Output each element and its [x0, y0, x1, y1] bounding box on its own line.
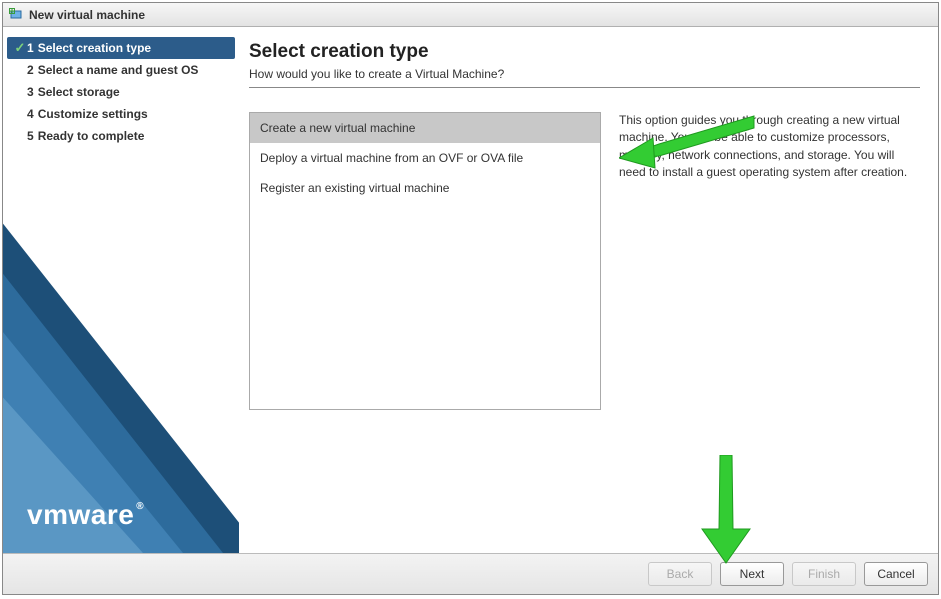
step-label: Ready to complete: [38, 129, 145, 143]
option-register-existing[interactable]: Register an existing virtual machine: [250, 173, 600, 203]
step-5[interactable]: 5 Ready to complete: [3, 125, 239, 147]
content-area: ✓ 1 Select creation type 2 Select a name…: [3, 27, 938, 554]
main-row: Create a new virtual machine Deploy a vi…: [249, 112, 920, 410]
sidebar-artwork: [3, 133, 239, 553]
step-2[interactable]: 2 Select a name and guest OS: [3, 59, 239, 81]
step-label: Select storage: [38, 85, 120, 99]
step-4[interactable]: 4 Customize settings: [3, 103, 239, 125]
option-deploy-ovf[interactable]: Deploy a virtual machine from an OVF or …: [250, 143, 600, 173]
vm-icon: [9, 8, 23, 22]
option-description: This option guides you through creating …: [619, 112, 920, 182]
dialog-title: New virtual machine: [29, 8, 145, 22]
finish-button: Finish: [792, 562, 856, 586]
page-title: Select creation type: [249, 41, 920, 63]
vmware-logo: vmware®: [27, 499, 142, 531]
next-button[interactable]: Next: [720, 562, 784, 586]
step-label: Select a name and guest OS: [38, 63, 199, 77]
wizard-sidebar: ✓ 1 Select creation type 2 Select a name…: [3, 27, 239, 553]
creation-type-list: Create a new virtual machine Deploy a vi…: [249, 112, 601, 410]
option-create-new[interactable]: Create a new virtual machine: [250, 113, 600, 143]
back-button: Back: [648, 562, 712, 586]
wizard-steps: ✓ 1 Select creation type 2 Select a name…: [3, 27, 239, 147]
step-3[interactable]: 3 Select storage: [3, 81, 239, 103]
divider: [249, 87, 920, 88]
step-1[interactable]: ✓ 1 Select creation type: [7, 37, 235, 59]
step-label: Customize settings: [38, 107, 148, 121]
wizard-main: Select creation type How would you like …: [239, 27, 938, 553]
titlebar: New virtual machine: [3, 3, 938, 27]
step-label: Select creation type: [38, 41, 151, 55]
dialog-new-vm: New virtual machine ✓ 1 Select creation …: [2, 2, 939, 595]
cancel-button[interactable]: Cancel: [864, 562, 928, 586]
check-icon: ✓: [13, 40, 27, 56]
page-subtitle: How would you like to create a Virtual M…: [249, 67, 920, 81]
dialog-footer: Back Next Finish Cancel: [3, 554, 938, 594]
